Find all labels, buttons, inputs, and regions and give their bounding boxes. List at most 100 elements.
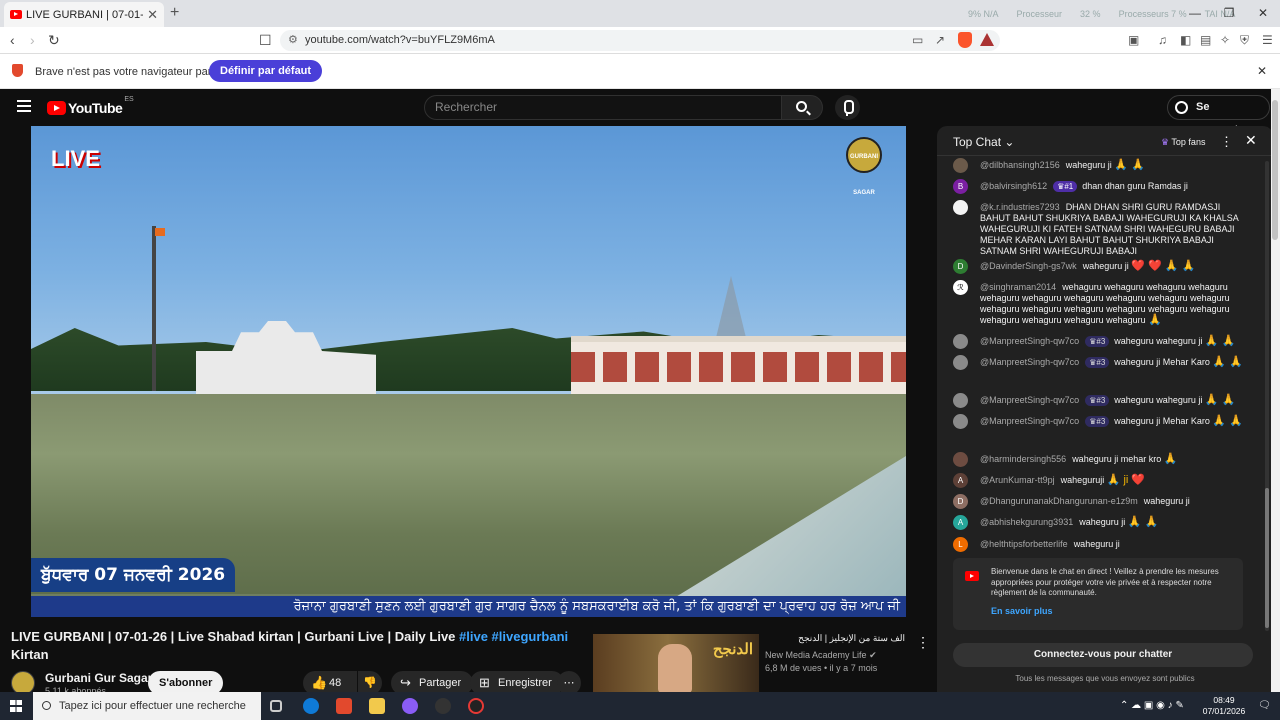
youtube-favicon-icon (10, 10, 22, 19)
site-info-icon[interactable]: ⚙ (288, 30, 298, 51)
app-icon[interactable] (468, 698, 484, 714)
chat-close-icon[interactable]: ✕ (1245, 132, 1257, 149)
default-browser-infobar: Brave n'est pas votre navigateur par déf… (0, 54, 1280, 89)
vpn-icon[interactable]: ⛨ (1240, 33, 1249, 48)
chat-scrollbar-thumb[interactable] (1265, 488, 1269, 628)
wallet-icon[interactable]: ▤ (1200, 33, 1211, 47)
taskbar-search[interactable]: Tapez ici pour effectuer une recherche (33, 692, 261, 720)
recommendation-channel[interactable]: New Media Academy Life ✔ (765, 650, 877, 661)
brave-taskbar-icon[interactable] (336, 698, 352, 714)
video-player[interactable]: LIVE GURBANI SAGAR ਬੁੱਧਵਾਰ 07 ਜਨਵਰੀ 2026… (31, 126, 906, 617)
recommendation-title[interactable]: الف ستة من الإنجليز | الدنجح (765, 633, 905, 644)
task-view-icon[interactable] (270, 700, 282, 712)
url-field[interactable]: ⚙ youtube.com/watch?v=buYFLZ9M6mA (280, 30, 1000, 51)
recommendation-more-icon[interactable]: ⋮ (916, 634, 930, 651)
chat-avatar (953, 158, 968, 173)
reload-icon[interactable]: ↻ (48, 32, 60, 49)
chat-author[interactable]: @singhraman2014 (980, 282, 1056, 292)
sysinfo-item: 32 % (1080, 9, 1101, 19)
browser-tabbar: LIVE GURBANI | 07-01-26 | Li ✕ + 9% N/A … (0, 0, 1280, 27)
chat-emoji: 🙏 (1163, 453, 1178, 465)
chat-author[interactable]: @balvirsingh612 (980, 181, 1047, 191)
chat-author[interactable]: @ManpreetSingh-qw7co (980, 336, 1079, 346)
sidebar-icon[interactable]: ◧ (1180, 33, 1191, 47)
title-text-end: Kirtan (11, 647, 49, 662)
top-fans-button[interactable]: ♛ Top fans (1161, 137, 1205, 148)
edge-icon[interactable] (303, 698, 319, 714)
sign-in-button[interactable]: Se connecter (1167, 95, 1270, 136)
chat-author[interactable]: @ManpreetSingh-qw7co (980, 357, 1079, 367)
sysinfo-item: Processeur (1016, 9, 1063, 19)
chat-text: waheguru ji (1065, 160, 1112, 170)
chat-mode-dropdown[interactable]: Top Chat ⌄ (953, 135, 1014, 149)
voice-search-icon[interactable] (835, 95, 860, 120)
taskbar-clock[interactable]: 08:49 07/01/2026 (1199, 695, 1249, 717)
learn-more-link[interactable]: En savoir plus (991, 606, 1053, 616)
infobar-close-icon[interactable]: ✕ (1257, 64, 1267, 78)
video-scene-temple (196, 321, 376, 396)
top-fans-label: Top fans (1171, 137, 1206, 147)
reading-list-icon[interactable]: ▣ (1128, 33, 1139, 47)
forward-icon[interactable]: › (30, 32, 35, 48)
brave-rewards-icon[interactable] (980, 33, 994, 46)
chat-text: waheguru waheguru ji (1114, 336, 1203, 346)
close-window-icon[interactable]: ✕ (1246, 0, 1280, 27)
page-scrollbar-thumb[interactable] (1272, 100, 1278, 240)
file-explorer-icon[interactable] (369, 698, 385, 714)
notifications-icon[interactable]: 🗨 (1258, 700, 1271, 711)
youtube-wordmark: YouTube (68, 100, 123, 116)
youtube-logo[interactable]: YouTube ES (47, 96, 134, 116)
sign-in-to-chat-button[interactable]: Connectez-vous pour chatter (953, 643, 1253, 667)
video-scene-flag (155, 228, 165, 236)
chat-author[interactable]: @DavinderSingh-gs7wk (980, 261, 1077, 271)
chat-author[interactable]: @abhishekgurung3931 (980, 517, 1073, 527)
chat-author[interactable]: @dilbhansingh2156 (980, 160, 1060, 170)
chat-author[interactable]: @DhangurunanakDhangurunan-e1z9m (980, 496, 1138, 506)
chat-author[interactable]: @k.r.industries7293 (980, 202, 1060, 212)
window-controls: — ❐ ✕ (1178, 0, 1280, 27)
app-icon[interactable] (402, 698, 418, 714)
chat-text: waheguru ji mehar kro (1072, 454, 1162, 464)
chat-message: @dilbhansingh2156 waheguru ji 🙏 🙏 (953, 158, 1249, 173)
chat-author[interactable]: @helthtipsforbetterlife (980, 539, 1068, 549)
channel-name[interactable]: Gurbani Gur Sagar (45, 671, 152, 685)
chat-author[interactable]: @ManpreetSingh-qw7co (980, 395, 1079, 405)
minimize-icon[interactable]: — (1178, 0, 1212, 27)
back-icon[interactable]: ‹ (10, 32, 15, 48)
chat-message: @ManpreetSingh-qw7co ♛#3 waheguru waheguru… (953, 334, 1249, 349)
app-icon[interactable] (435, 698, 451, 714)
search-input[interactable]: Rechercher (424, 95, 782, 120)
brave-shields-icon[interactable] (958, 32, 972, 48)
leo-icon[interactable]: ✧ (1220, 33, 1230, 47)
tab-close-icon[interactable]: ✕ (147, 7, 158, 23)
system-tray-icons[interactable]: ⌃ ☁ ▣ ◉ ♪ ✎ (1120, 700, 1184, 711)
browser-tab[interactable]: LIVE GURBANI | 07-01-26 | Li ✕ (4, 2, 164, 27)
chat-author[interactable]: @ManpreetSingh-qw7co (980, 416, 1079, 426)
music-icon[interactable]: ♫ (1158, 33, 1167, 47)
recommendation-thumbnail[interactable]: الدنجح (593, 634, 759, 693)
chat-author[interactable]: @harmindersingh556 (980, 454, 1066, 464)
live-overlay: LIVE (51, 146, 100, 171)
search-button[interactable] (781, 95, 823, 120)
url-text: youtube.com/watch?v=buYFLZ9M6mA (305, 34, 495, 46)
windows-start-icon[interactable] (10, 700, 22, 712)
youtube-play-icon (47, 101, 66, 115)
chat-author[interactable]: @ArunKumar-tt9pj (980, 475, 1055, 485)
chat-avatar (953, 355, 968, 370)
menu-icon[interactable]: ☰ (1262, 33, 1273, 47)
bookmark-icon[interactable]: ☐ (259, 32, 272, 49)
share-page-icon[interactable]: ↗ (935, 33, 945, 47)
verified-icon: ✔ (869, 650, 877, 660)
title-hashtags[interactable]: #live #livegurbani (459, 629, 568, 644)
chat-message: @k.r.industries7293 DHAN DHAN SHRI GURU R… (953, 200, 1249, 257)
chat-mode-label: Top Chat (953, 135, 1002, 149)
chat-message: D @DavinderSingh-gs7wk waheguru ji ❤️ ❤️ 🙏… (953, 259, 1249, 274)
cast-icon[interactable]: ▭ (912, 33, 923, 47)
tab-title: LIVE GURBANI | 07-01-26 | Li (26, 8, 144, 21)
chat-emoji: 🙏 🙏 (1212, 356, 1243, 368)
guide-menu-icon[interactable] (17, 100, 31, 112)
chat-more-icon[interactable]: ⋮ (1220, 134, 1233, 150)
new-tab-button[interactable]: + (170, 4, 179, 22)
set-default-button[interactable]: Définir par défaut (209, 60, 323, 82)
maximize-icon[interactable]: ❐ (1212, 0, 1246, 27)
